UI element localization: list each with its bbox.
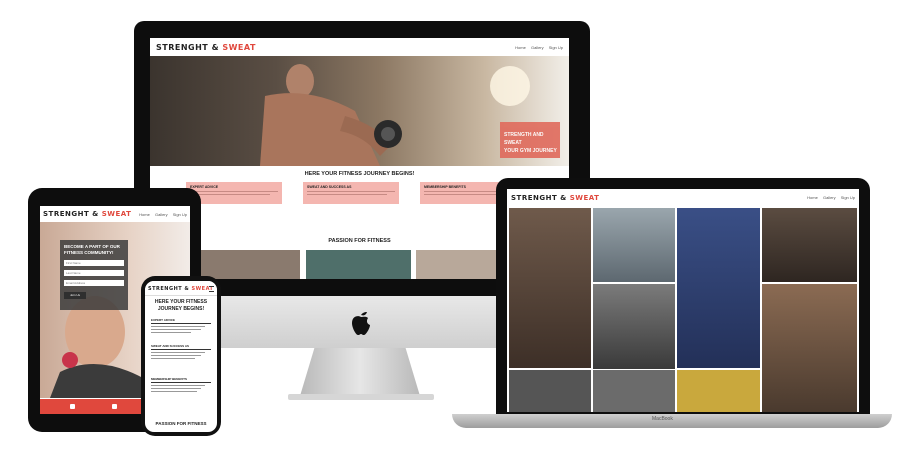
mobile-passion-title: PASSION FOR FITNESS [155, 421, 207, 426]
hamburger-menu-icon[interactable] [209, 286, 214, 292]
nav-gallery-link[interactable]: Gallery [823, 195, 836, 200]
hero-badge-text: STRENGTH AND SWEAT YOUR GYM JOURNEY [504, 132, 557, 154]
card-title: SWEAT AND SUCCESS AS [151, 344, 190, 348]
site-nav: Home Gallery Sign Up [803, 195, 855, 200]
mobile-journey-title: HERE YOUR FITNESS JOURNEY BEGINS! [154, 299, 208, 312]
nav-gallery-link[interactable]: Gallery [531, 45, 544, 50]
card-title: SWEAT AND SUCCESS AS [307, 185, 352, 189]
nav-signup-link[interactable]: Sign Up [841, 195, 855, 200]
nav-signup-link[interactable]: Sign Up [173, 212, 187, 217]
journey-title: HERE YOUR FITNESS JOURNEY BEGINS! [304, 171, 415, 177]
nav-home-link[interactable]: Home [515, 45, 526, 50]
gallery-photo-runner [677, 208, 760, 368]
tablet-header: STRENGHT & SWEAT Home Gallery Sign Up [40, 206, 190, 222]
site-logo[interactable]: STRENGHT & SWEAT [43, 210, 131, 218]
gallery-photo-trainers [762, 284, 857, 412]
gallery-photo-stretch [762, 208, 857, 282]
card-sweat-success: SWEAT AND SUCCESS AS [303, 182, 399, 204]
gallery-photo-weights [509, 370, 591, 412]
facebook-icon[interactable] [70, 404, 75, 409]
nav-gallery-link[interactable]: Gallery [155, 212, 168, 217]
imac-base [288, 394, 434, 400]
gallery-photo-couple [509, 208, 591, 368]
site-nav: Home Gallery Sign Up [135, 212, 187, 217]
gallery-photo-rack [593, 370, 675, 412]
nav-signup-link[interactable]: Sign Up [549, 45, 563, 50]
site-logo[interactable]: STRENGHT & SWEAT [148, 286, 213, 292]
mobile-card-sweat: SWEAT AND SUCCESS AS [151, 344, 211, 361]
macbook-label: MacBook [652, 416, 673, 422]
card-title: EXPERT ADVICE [151, 318, 176, 322]
mobile-header: STRENGHT & SWEAT [145, 281, 217, 296]
passion-image-1 [200, 250, 300, 279]
nav-home-link[interactable]: Home [807, 195, 818, 200]
email-input[interactable]: Email Address [64, 280, 124, 286]
gallery-header: STRENGHT & SWEAT Home Gallery Sign Up [507, 189, 859, 207]
passion-image-2 [306, 250, 411, 279]
macbook-screen: STRENGHT & SWEAT Home Gallery Sign Up [507, 189, 859, 412]
nav-home-link[interactable]: Home [139, 212, 150, 217]
site-logo[interactable]: STRENGHT & SWEAT [511, 194, 599, 202]
last-name-input[interactable]: Last Name [64, 270, 124, 276]
gallery-photo-lifter [593, 284, 675, 369]
instagram-icon[interactable] [112, 404, 117, 409]
signup-heading: BECOME A PART OF OUR FITNESS COMMUNITY! [64, 244, 120, 255]
gallery-photo-class [677, 370, 760, 412]
mobile-card-membership: MEMBERSHIP BENEFITS [151, 377, 211, 394]
hero-image: STRENGTH AND SWEAT YOUR GYM JOURNEY [150, 56, 569, 166]
iphone-screen: STRENGHT & SWEAT HERE YOUR FITNESS JOURN… [145, 281, 217, 432]
hero-badge: STRENGTH AND SWEAT YOUR GYM JOURNEY [500, 122, 560, 158]
card-title: EXPERT ADVICE [190, 185, 219, 189]
apple-logo-icon [352, 312, 370, 335]
first-name-input[interactable]: First Name [64, 260, 124, 266]
site-logo[interactable]: STRENGHT & SWEAT [156, 43, 256, 52]
imac-stand [300, 348, 420, 396]
signup-form: BECOME A PART OF OUR FITNESS COMMUNITY! … [60, 240, 128, 310]
site-header: STRENGHT & SWEAT Home Gallery Sign Up [150, 38, 569, 56]
card-title: MEMBERSHIP BENEFITS [424, 185, 466, 189]
gallery-photo-treadmill [593, 208, 675, 282]
macbook-base: MacBook [452, 414, 892, 428]
card-title: MEMBERSHIP BENEFITS [151, 377, 187, 381]
mobile-card-expert: EXPERT ADVICE [151, 318, 211, 335]
join-button[interactable]: Join Us [64, 292, 86, 299]
site-nav: Home Gallery Sign Up [511, 45, 563, 50]
